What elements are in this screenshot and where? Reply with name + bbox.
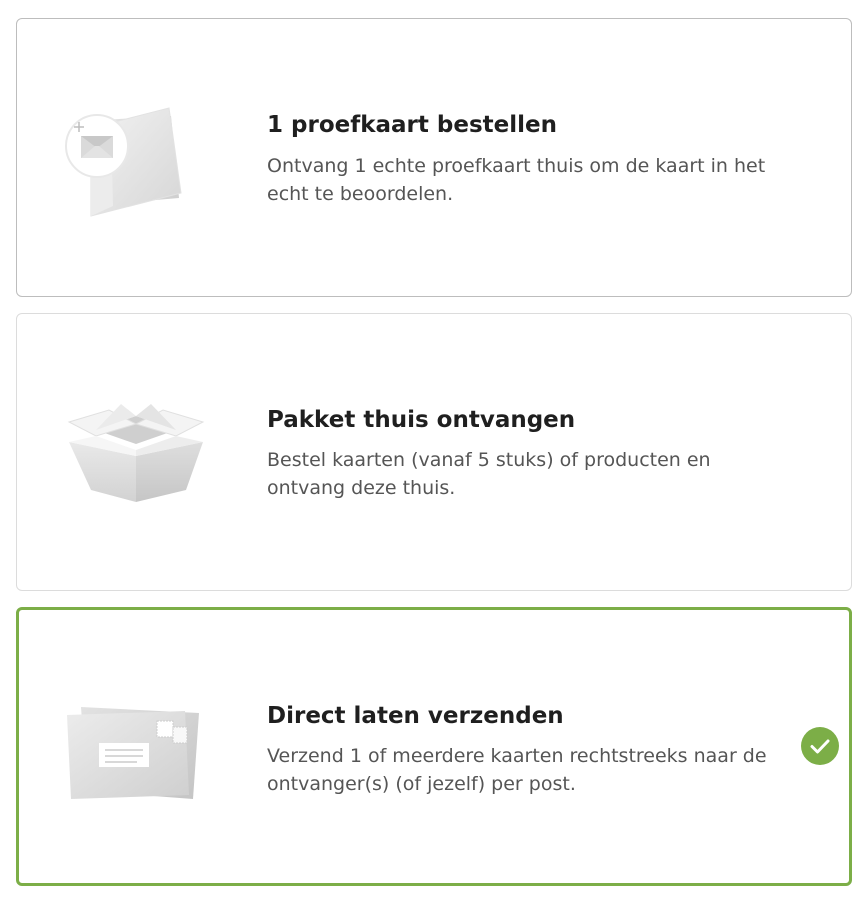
option-title: 1 proefkaart bestellen (267, 112, 557, 138)
option-card-package[interactable]: Pakket thuis ontvangen Bestel kaarten (v… (16, 313, 852, 591)
option-card-direct-send[interactable]: Direct laten verzenden Verzend 1 of meer… (16, 607, 852, 886)
option-description: Verzend 1 of meerdere kaarten rechtstree… (267, 745, 767, 795)
shipping-options: 1 proefkaart bestellen Ontvang 1 echte p… (0, 0, 868, 922)
option-description: Bestel kaarten (vanaf 5 stuks) of produc… (267, 449, 711, 499)
open-box-icon (61, 392, 211, 512)
selected-check-icon (801, 727, 839, 765)
envelopes-icon (61, 687, 211, 807)
option-description: Ontvang 1 echte proefkaart thuis om de k… (267, 155, 766, 205)
option-title: Direct laten verzenden (267, 703, 564, 729)
sample-card-icon (61, 98, 211, 218)
option-card-sample[interactable]: 1 proefkaart bestellen Ontvang 1 echte p… (16, 18, 852, 297)
option-title: Pakket thuis ontvangen (267, 407, 576, 433)
